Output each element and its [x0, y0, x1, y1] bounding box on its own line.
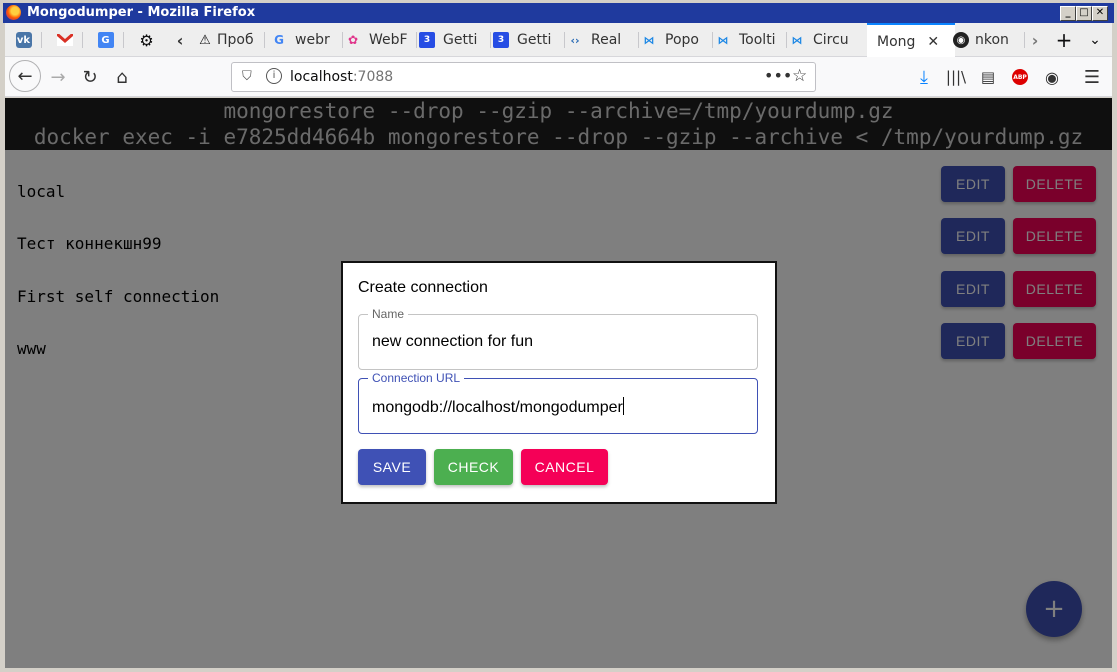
- tab-pinned-settings[interactable]: ⚙: [128, 23, 165, 57]
- css3-icon: 3: [419, 32, 435, 48]
- text-caret: [622, 397, 624, 415]
- mui-icon: ⋈: [717, 33, 729, 47]
- downloads-button[interactable]: ⤓: [909, 62, 939, 92]
- window-title-bar: Mongodumper - Mozilla Firefox _ □ ✕: [3, 3, 1114, 23]
- minimize-button[interactable]: _: [1060, 6, 1076, 21]
- close-window-button[interactable]: ✕: [1092, 6, 1108, 21]
- home-icon: ⌂: [116, 66, 128, 88]
- webflow-icon: ✿: [347, 33, 359, 47]
- tab-item[interactable]: ⋈ Toolti: [707, 23, 787, 57]
- name-field-label: Name: [368, 307, 409, 321]
- code-icon: ‹›: [570, 33, 580, 47]
- connection-url-field-label: Connection URL: [368, 371, 465, 385]
- name-field[interactable]: Name new connection for fun: [358, 307, 758, 370]
- arrow-left-icon: ←: [17, 65, 33, 87]
- close-tab-icon[interactable]: ✕: [927, 34, 939, 50]
- page-content: mongorestore --drop --gzip --archive=/tm…: [5, 98, 1112, 668]
- info-icon[interactable]: i: [266, 68, 282, 84]
- firefox-logo-icon: [6, 5, 21, 20]
- library-button[interactable]: |||\: [941, 62, 971, 92]
- account-button[interactable]: ◉: [1037, 62, 1067, 92]
- sidebar-icon: ▤: [980, 68, 996, 86]
- connection-url-input[interactable]: mongodb://localhost/mongodumper: [372, 397, 624, 417]
- url-bar[interactable]: ⛉ i localhost:7088 ••• ☆: [231, 62, 816, 92]
- create-connection-dialog: Create connection Name new connection fo…: [341, 261, 777, 504]
- adblock-button[interactable]: ABP: [1005, 62, 1035, 92]
- gear-icon: ⚙: [139, 30, 154, 50]
- maximize-button[interactable]: □: [1076, 6, 1092, 21]
- chevron-right-icon: ›: [1031, 30, 1039, 50]
- mui-icon: ⋈: [791, 33, 803, 47]
- tab-item[interactable]: ◉ nkon: [947, 23, 1025, 57]
- tab-pinned-translate[interactable]: G: [87, 23, 124, 57]
- warning-icon: ⚠: [199, 32, 211, 48]
- tab-active-mongodumper[interactable]: Mong ✕: [867, 23, 955, 59]
- library-icon: |||\: [945, 68, 967, 86]
- tab-item[interactable]: ‹› Real: [559, 23, 639, 57]
- window-title: Mongodumper - Mozilla Firefox: [27, 5, 256, 20]
- tab-item[interactable]: G webr: [263, 23, 343, 57]
- download-icon: ⤓: [920, 66, 928, 88]
- menu-button[interactable]: ☰: [1077, 62, 1107, 92]
- arrow-right-icon: →: [50, 66, 66, 88]
- list-all-tabs-button[interactable]: ⌄: [1083, 23, 1107, 57]
- tab-item[interactable]: ⚠ Проб: [193, 23, 265, 57]
- gmail-icon: [56, 32, 73, 48]
- tab-item[interactable]: 3 Getti: [411, 23, 491, 57]
- shield-icon[interactable]: ⛉: [242, 69, 252, 84]
- scroll-tabs-left-button[interactable]: ‹: [169, 23, 191, 57]
- save-button[interactable]: SAVE: [358, 449, 426, 485]
- tab-item[interactable]: ⋈ Circu: [781, 23, 873, 57]
- tab-strip: vk G ⚙ ‹ ⚠ Проб G webr ✿ WebF 3 Getti 3 …: [5, 23, 1112, 59]
- sidebar-button[interactable]: ▤: [973, 62, 1003, 92]
- dialog-title: Create connection: [358, 279, 488, 296]
- hamburger-menu-icon: ☰: [1083, 66, 1101, 88]
- adblock-plus-icon: ABP: [1012, 69, 1028, 85]
- tab-item[interactable]: 3 Getti: [485, 23, 565, 57]
- page-actions-icon[interactable]: •••: [764, 66, 792, 85]
- name-input[interactable]: new connection for fun: [372, 333, 533, 351]
- check-button[interactable]: CHECK: [434, 449, 513, 485]
- google-icon: G: [274, 33, 284, 47]
- back-button[interactable]: ←: [9, 60, 41, 92]
- home-button[interactable]: ⌂: [107, 62, 137, 92]
- cancel-button[interactable]: CANCEL: [521, 449, 608, 485]
- translate-icon: G: [97, 32, 114, 48]
- reload-icon: ↻: [82, 66, 98, 88]
- tab-item[interactable]: ⋈ Popo: [633, 23, 713, 57]
- navigation-toolbar: ← → ↻ ⌂ ⛉ i localhost:7088 ••• ☆ ⤓ |||\ …: [5, 57, 1112, 97]
- chevron-left-icon: ‹: [176, 30, 184, 50]
- github-icon: ◉: [953, 32, 969, 48]
- tab-item[interactable]: ✿ WebF: [337, 23, 417, 57]
- tab-pinned-gmail[interactable]: [46, 23, 83, 57]
- url-text: localhost:7088: [290, 69, 394, 85]
- new-tab-button[interactable]: +: [1051, 23, 1077, 57]
- chevron-down-icon: ⌄: [1089, 32, 1101, 48]
- bookmark-star-icon[interactable]: ☆: [792, 66, 807, 86]
- mui-icon: ⋈: [643, 33, 655, 47]
- vk-icon: vk: [15, 32, 32, 48]
- account-icon: ◉: [1045, 67, 1059, 87]
- css3-icon: 3: [493, 32, 509, 48]
- tab-pinned-vk[interactable]: vk: [5, 23, 42, 57]
- reload-button[interactable]: ↻: [75, 62, 105, 92]
- connection-url-field[interactable]: Connection URL mongodb://localhost/mongo…: [358, 371, 758, 434]
- forward-button[interactable]: →: [43, 62, 73, 92]
- scroll-tabs-right-button[interactable]: ›: [1023, 23, 1047, 57]
- plus-icon: +: [1055, 28, 1073, 52]
